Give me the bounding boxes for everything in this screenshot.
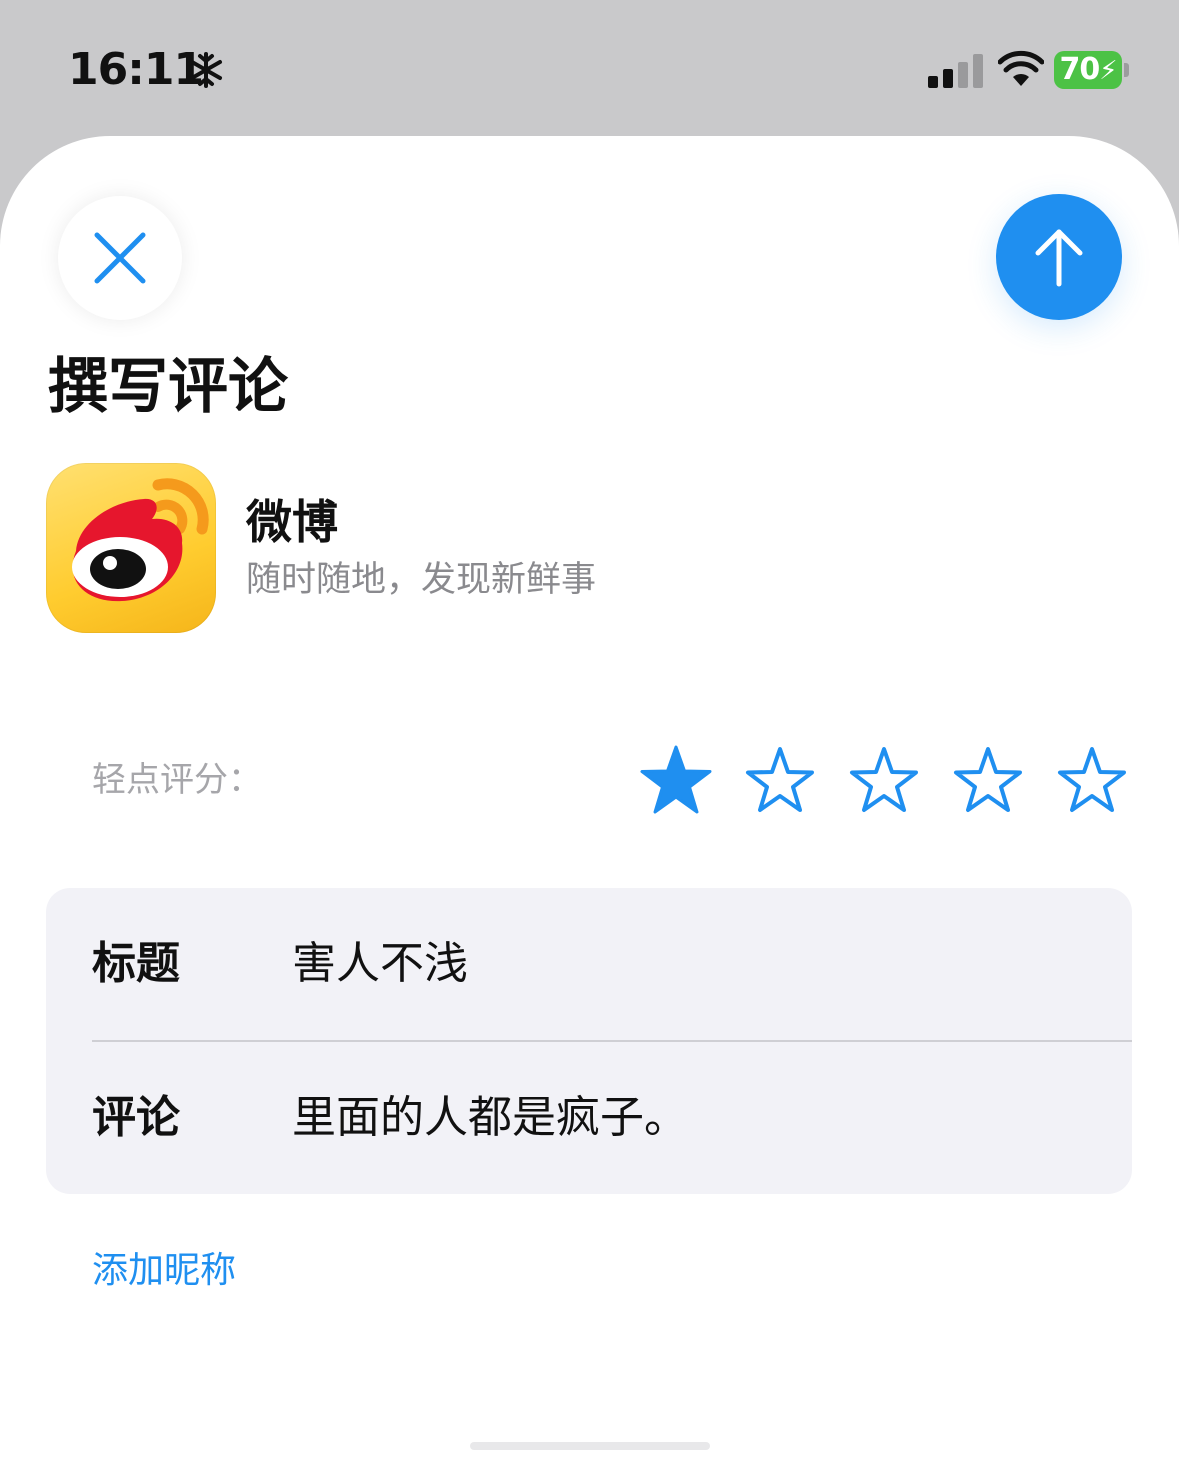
status-bar: 16:11 70⚡ bbox=[0, 0, 1179, 136]
battery-tip bbox=[1124, 63, 1129, 77]
weibo-app-icon bbox=[46, 463, 216, 633]
title-input[interactable]: 害人不浅 bbox=[292, 936, 468, 992]
arrow-up-icon bbox=[1035, 229, 1083, 287]
weibo-logo-icon bbox=[72, 478, 209, 602]
battery-indicator: 70⚡ bbox=[1054, 51, 1122, 89]
snowflake-icon bbox=[190, 52, 222, 88]
submit-button[interactable] bbox=[996, 194, 1122, 320]
comment-field[interactable]: 评论 里面的人都是疯子。 bbox=[46, 1042, 1132, 1194]
page-title: 撰写评论 bbox=[48, 352, 288, 422]
battery-level: 70 bbox=[1059, 52, 1100, 87]
close-button[interactable] bbox=[58, 196, 182, 320]
cellular-signal-icon bbox=[928, 54, 983, 88]
home-indicator bbox=[470, 1442, 710, 1450]
star-rating bbox=[640, 744, 1130, 816]
star-4[interactable] bbox=[952, 744, 1024, 816]
app-subtitle: 随时随地，发现新鲜事 bbox=[246, 560, 597, 600]
add-nickname-link[interactable]: 添加昵称 bbox=[92, 1248, 236, 1294]
review-form: 标题 害人不浅 评论 里面的人都是疯子。 bbox=[46, 888, 1132, 1194]
star-2[interactable] bbox=[744, 744, 816, 816]
rating-label: 轻点评分： bbox=[92, 760, 262, 800]
status-time: 16:11 bbox=[68, 44, 204, 95]
title-label: 标题 bbox=[92, 938, 180, 989]
star-5[interactable] bbox=[1056, 744, 1128, 816]
comment-input[interactable]: 里面的人都是疯子。 bbox=[292, 1090, 688, 1146]
app-name: 微博 bbox=[246, 495, 338, 549]
comment-label: 评论 bbox=[92, 1092, 180, 1143]
star-1[interactable] bbox=[640, 744, 712, 816]
wifi-icon bbox=[998, 50, 1044, 86]
charging-bolt-icon: ⚡ bbox=[1099, 56, 1117, 86]
title-field[interactable]: 标题 害人不浅 bbox=[46, 888, 1132, 1040]
star-3[interactable] bbox=[848, 744, 920, 816]
close-icon bbox=[94, 232, 146, 284]
